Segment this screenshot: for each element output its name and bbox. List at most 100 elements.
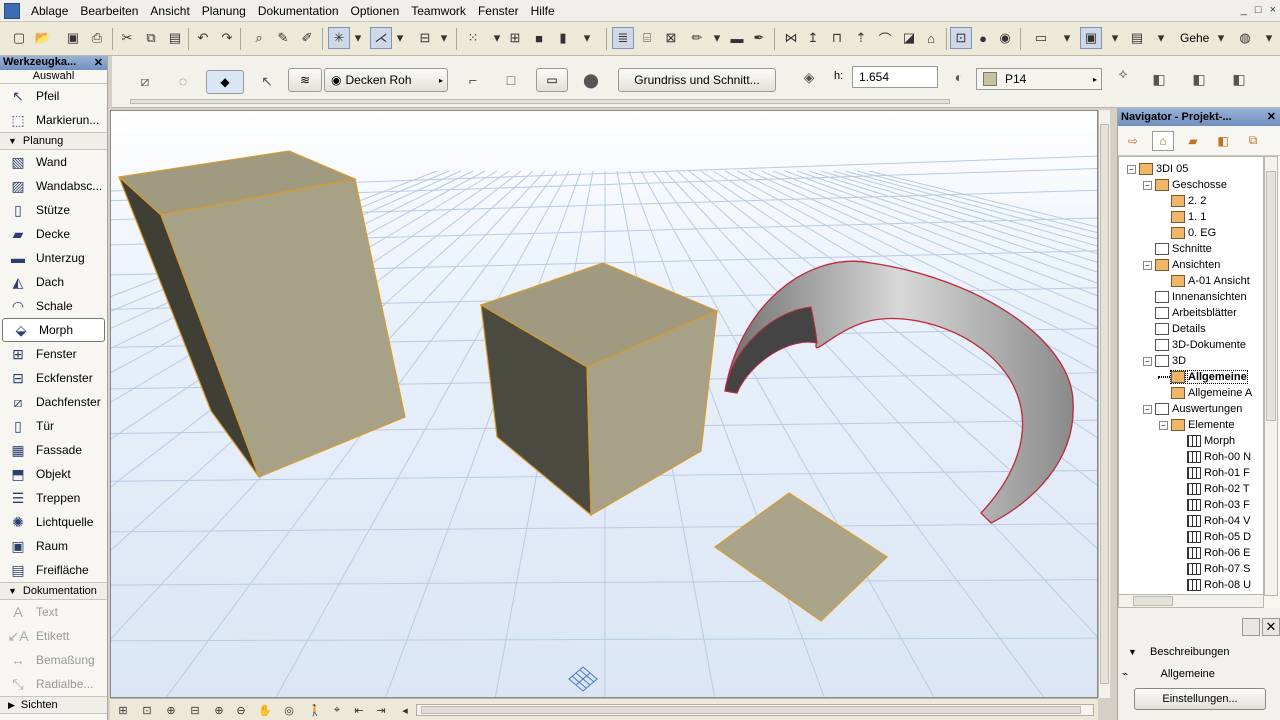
material-icon[interactable]: ⬤ — [580, 69, 602, 91]
new-file-icon[interactable]: ▢ — [8, 27, 30, 49]
tree-node[interactable]: Schnitte — [1143, 241, 1212, 257]
organizer-icon[interactable]: ⧉ — [1242, 131, 1264, 151]
offset-all-icon[interactable]: ◪ — [898, 27, 920, 49]
chevron-down-icon[interactable]: ▾ — [394, 27, 406, 49]
3d-viewport[interactable] — [110, 110, 1098, 698]
tool-schale[interactable]: ◠ Schale — [0, 294, 107, 318]
pen-dropdown[interactable]: P14 ▸ — [976, 68, 1102, 90]
rectangle-icon[interactable]: □ — [500, 69, 522, 91]
tree-node[interactable]: Roh-05 D — [1175, 529, 1251, 545]
adjust-icon[interactable]: ↥ — [802, 27, 824, 49]
geometry-method-icon[interactable]: ⧄ — [134, 70, 156, 92]
layer-stack-icon[interactable]: ≋ — [288, 68, 322, 92]
dimension-icon[interactable]: ⌸ — [636, 27, 658, 49]
tree-node[interactable]: Allgemeine — [1159, 369, 1248, 385]
tree-node[interactable]: − Auswertungen — [1143, 401, 1242, 417]
close-icon[interactable]: ✕ — [1267, 110, 1276, 123]
pen-set-icon[interactable]: ◐ — [948, 66, 970, 88]
pick-up-icon[interactable]: ✎ — [272, 27, 294, 49]
next-view-icon[interactable]: ⇥ — [372, 701, 390, 719]
tool-raum[interactable]: ▣ Raum — [0, 534, 107, 558]
print-icon[interactable]: ⎙ — [86, 27, 108, 49]
menu-bearbeiten[interactable]: Bearbeiten — [79, 0, 145, 22]
chevron-down-icon[interactable]: ▾ — [706, 27, 728, 49]
collapse-icon[interactable]: − — [1143, 404, 1152, 414]
tree-node[interactable]: 3D-Dokumente — [1143, 337, 1246, 353]
view-icon-2[interactable]: ◧ — [1188, 68, 1210, 90]
layout-icon[interactable]: ⊡ — [950, 27, 972, 49]
selection-label[interactable]: Auswahl — [0, 70, 107, 84]
selected-view-row[interactable]: ⌁ Allgemeine — [1118, 668, 1280, 680]
close-icon[interactable]: × — [1270, 4, 1276, 16]
tree-node[interactable]: − Geschosse — [1143, 177, 1227, 193]
zoom-in-icon[interactable]: ⊕ — [210, 701, 228, 719]
collapse-icon[interactable]: − — [1159, 420, 1168, 430]
viewport-horizontal-scrollbar[interactable] — [416, 704, 1094, 716]
view-map-icon[interactable]: ⌂ — [1152, 130, 1174, 151]
tree-node[interactable]: − 3D — [1143, 353, 1186, 369]
rotate-shape-icon[interactable]: ◌ — [172, 70, 194, 92]
tree-node[interactable]: A-01 Ansicht — [1159, 273, 1250, 289]
home-icon[interactable]: ⌂ — [920, 27, 942, 49]
pin-icon[interactable]: ● — [972, 27, 994, 49]
tool-wand[interactable]: ▧ Wand — [0, 150, 107, 174]
arrow-cursor-icon[interactable]: ↖ — [256, 70, 278, 92]
tool-radialbe[interactable]: ⤡ Radialbe... — [0, 672, 107, 696]
tool-stütze[interactable]: ▯ Stütze — [0, 198, 107, 222]
window-icon[interactable]: ▭ — [1030, 27, 1052, 49]
tool-wandabsc[interactable]: ▨ Wandabsc... — [0, 174, 107, 198]
menu-hilfe[interactable]: Hilfe — [530, 0, 562, 22]
inject-icon[interactable]: ✐ — [296, 27, 318, 49]
zoom-out-icon[interactable]: ⊖ — [232, 701, 250, 719]
tree-node[interactable]: Roh-08 U — [1175, 577, 1251, 593]
tree-vertical-scrollbar[interactable] — [1264, 156, 1278, 596]
zoom-extents-icon[interactable]: ⊞ — [114, 701, 132, 719]
descriptions-row[interactable]: ▼ Beschreibungen — [1118, 646, 1280, 658]
trace-icon[interactable]: ⟡ — [1112, 62, 1134, 84]
tool-dach[interactable]: ◭ Dach — [0, 270, 107, 294]
align-icon[interactable]: ⊞ — [504, 27, 526, 49]
collapse-icon[interactable]: − — [1143, 180, 1152, 190]
menu-fenster[interactable]: Fenster — [477, 0, 526, 22]
menu-optionen[interactable]: Optionen — [350, 0, 407, 22]
3d-window-icon[interactable]: ▣ — [1080, 27, 1102, 49]
tool-markierun[interactable]: ⬚ Markierun... — [0, 108, 107, 132]
line-icon[interactable]: ⌐ — [462, 69, 484, 91]
offset-icon[interactable]: ⊟ — [414, 27, 436, 49]
fit-icon[interactable]: ⊟ — [186, 701, 204, 719]
layers-icon[interactable]: ≣ — [612, 27, 634, 49]
angle-icon[interactable]: ◈ — [798, 66, 820, 88]
chevron-down-icon[interactable]: ▾ — [1104, 27, 1126, 49]
undo-icon[interactable]: ↶ — [192, 27, 214, 49]
eraser-icon[interactable]: ◆ — [206, 70, 244, 94]
tool-bemaßung[interactable]: ↔ Bemaßung — [0, 648, 107, 672]
delete-icon[interactable]: ✕ — [1262, 618, 1280, 636]
group-icon[interactable]: ■ — [528, 27, 550, 49]
tree-horizontal-scrollbar[interactable] — [1118, 594, 1264, 608]
tool-morph[interactable]: ⬙ Morph — [2, 318, 105, 342]
menu-ansicht[interactable]: Ansicht — [149, 0, 196, 22]
pencil-icon[interactable]: ✏ — [686, 27, 708, 49]
collapse-icon[interactable]: − — [1143, 260, 1152, 270]
tree-node[interactable]: 2. 2 — [1159, 193, 1206, 209]
tool-fassade[interactable]: ▦ Fassade — [0, 438, 107, 462]
tree-node[interactable]: Details — [1143, 321, 1206, 337]
toolbox-group-planung[interactable]: ▼ Planung — [0, 132, 107, 150]
scroll-thumb[interactable] — [421, 706, 1081, 714]
tool-objekt[interactable]: ⬒ Objekt — [0, 462, 107, 486]
menu-ablage[interactable]: Ablage — [30, 0, 75, 22]
minimize-icon[interactable]: _ — [1241, 4, 1247, 16]
tree-node[interactable]: Roh-00 N — [1175, 449, 1251, 465]
tool-decke[interactable]: ▰ Decke — [0, 222, 107, 246]
new-view-icon[interactable] — [1242, 618, 1260, 636]
elevate-icon[interactable]: ⇡ — [850, 27, 872, 49]
tree-node[interactable]: 1. 1 — [1159, 209, 1206, 225]
tree-node[interactable]: Roh-02 T — [1175, 481, 1250, 497]
collapse-icon[interactable]: − — [1143, 356, 1152, 366]
tool-dachfenster[interactable]: ⧄ Dachfenster — [0, 390, 107, 414]
menu-planung[interactable]: Planung — [201, 0, 253, 22]
tree-node[interactable]: Roh-04 V — [1175, 513, 1250, 529]
snap-guides-icon[interactable]: ✳ — [328, 27, 350, 49]
tool-lichtquelle[interactable]: ✺ Lichtquelle — [0, 510, 107, 534]
tool-etikett[interactable]: ↙A Etikett — [0, 624, 107, 648]
